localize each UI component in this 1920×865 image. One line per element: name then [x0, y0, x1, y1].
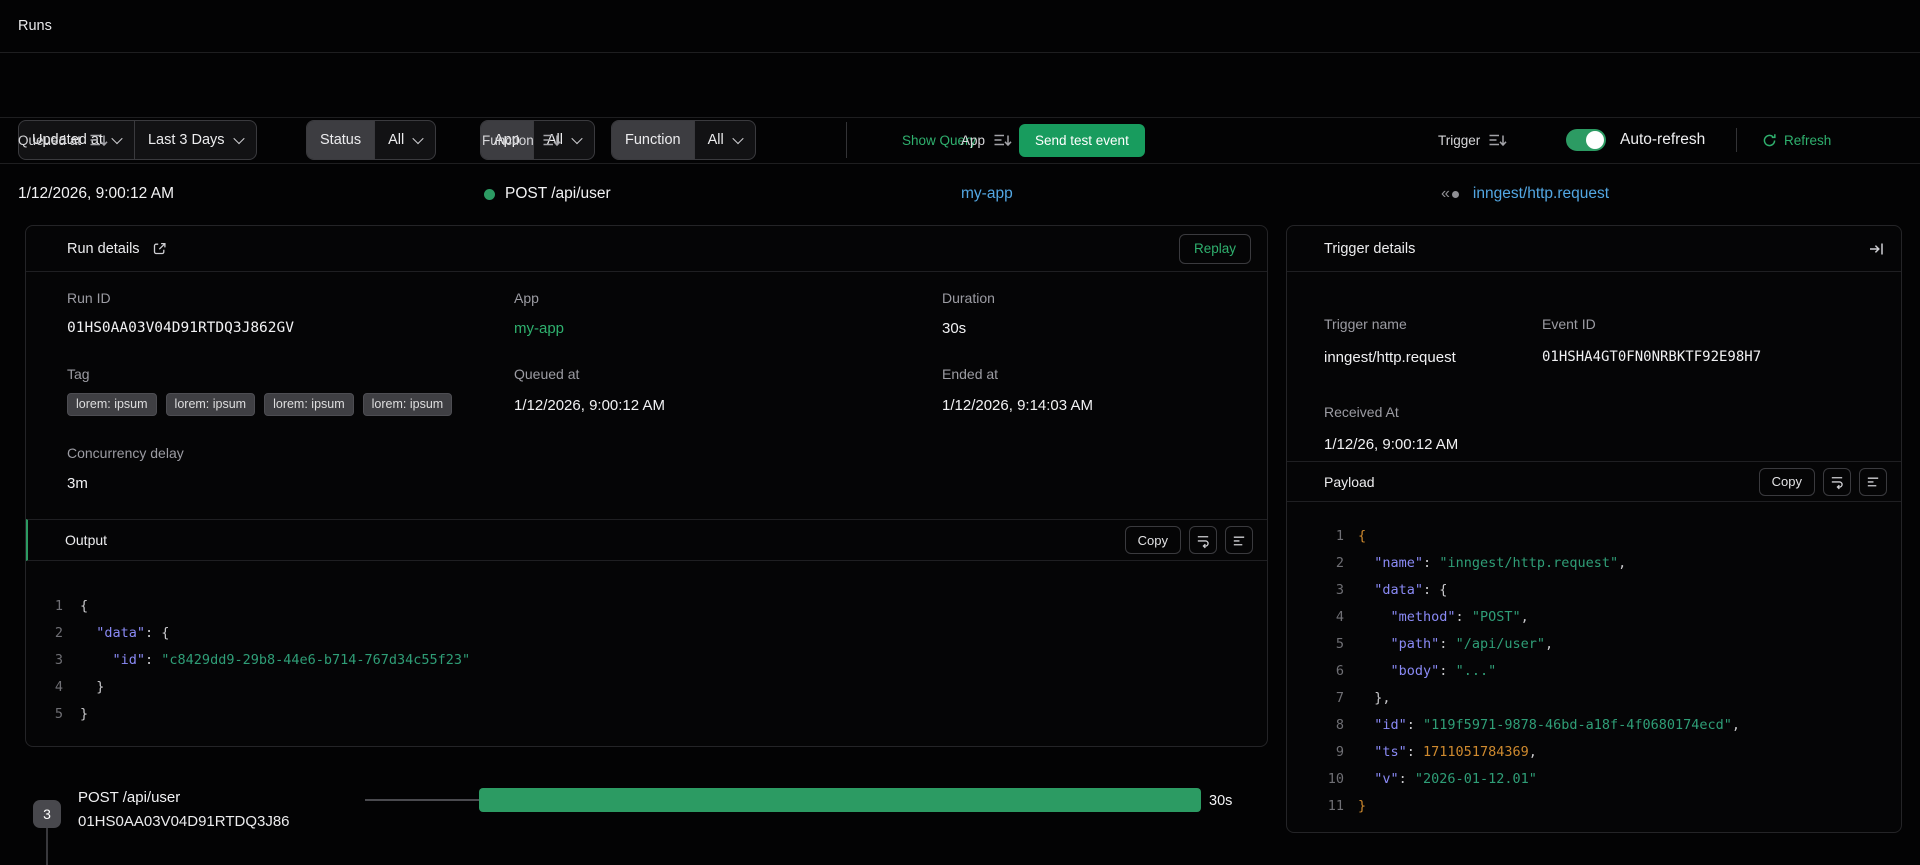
- timeline-run-id: 01HS0AA03V04D91RTDQ3J86: [78, 813, 290, 830]
- timeline-function-name: POST /api/user: [78, 789, 181, 806]
- received-at-label: Received At: [1324, 404, 1399, 420]
- format-code-button[interactable]: [1225, 526, 1253, 554]
- sort-icon: [994, 134, 1012, 147]
- payload-title: Payload: [1324, 473, 1375, 490]
- format-lines-icon: [1867, 477, 1879, 487]
- column-header-app[interactable]: App: [961, 117, 1012, 163]
- duration-value: 30s: [942, 320, 967, 337]
- tag-badge: lorem: ipsum: [165, 393, 256, 416]
- trigger-details-header: Trigger details: [1287, 226, 1901, 272]
- run-app-link[interactable]: my-app: [961, 163, 1013, 225]
- event-id-label: Event ID: [1542, 316, 1596, 332]
- format-lines-icon: [1233, 536, 1245, 545]
- ended-at-value: 1/12/2026, 9:14:03 AM: [942, 397, 1093, 414]
- tag-label: Tag: [67, 366, 90, 382]
- tag-badge: lorem: ipsum: [67, 393, 157, 416]
- code-line: 2 "name": "inngest/http.request",: [1335, 554, 1627, 571]
- runs-page: Runs Updated at Last 3 Days Status All A…: [0, 0, 1920, 865]
- trigger-name-value: inngest/http.request: [1324, 349, 1456, 366]
- step-count-badge[interactable]: 3: [33, 800, 61, 828]
- code-line: 5}: [54, 705, 89, 722]
- output-code: 1{ 2 "data": { 3 "id": "c8429dd9-29b8-44e6…: [26, 561, 1267, 727]
- column-header-queued-at[interactable]: Queued at: [18, 117, 108, 163]
- concurrency-delay-value: 3m: [67, 475, 88, 492]
- sort-icon: [543, 134, 561, 147]
- output-section: Output Copy 1{2 "data": {3 "id": "c84…: [26, 519, 1267, 746]
- run-details-header: Run details Replay: [26, 226, 1267, 272]
- timeline-duration-bar[interactable]: [479, 788, 1201, 812]
- run-row[interactable]: 1/12/2026, 9:00:12 AM POST /api/user my-…: [0, 163, 1920, 225]
- code-line: 6 "body": "...": [1335, 662, 1497, 679]
- wrap-text-icon: [1831, 477, 1843, 490]
- duration-label: Duration: [942, 290, 995, 306]
- run-queued-at: 1/12/2026, 9:00:12 AM: [18, 185, 174, 202]
- output-title: Output: [65, 532, 108, 548]
- code-line: 3 "id": "c8429dd9-29b8-44e6-b714-767d34c…: [54, 651, 471, 668]
- tag-badge: lorem: ipsum: [264, 393, 354, 416]
- external-link-icon[interactable]: [152, 241, 167, 256]
- payload-section: Payload Copy 1{2 "name": "inngest/http.…: [1287, 461, 1901, 832]
- copy-button[interactable]: Copy: [1758, 467, 1815, 496]
- code-line: 9 "ts": 1711051784369,: [1335, 743, 1537, 760]
- column-header-function[interactable]: Function: [482, 117, 561, 163]
- sort-icon: [1489, 134, 1507, 147]
- code-line: 5 "path": "/api/user",: [1335, 635, 1554, 652]
- concurrency-delay-label: Concurrency delay: [67, 445, 184, 461]
- page-header: Runs: [0, 0, 1920, 53]
- run-details-panel: Run details Replay Run ID 01HS0AA03V04D9…: [25, 225, 1268, 747]
- trigger-details-title: Trigger details: [1324, 240, 1416, 257]
- code-line: 8 "id": "119f5971-9878-46bd-a18f-4f06801…: [1335, 716, 1741, 733]
- trigger-details-panel: Trigger details Trigger name inngest/htt…: [1286, 225, 1902, 833]
- event-id-value: 01HSHA4GT0FN0NRBKTF92E98H7: [1542, 349, 1762, 365]
- copy-button[interactable]: Copy: [1124, 526, 1181, 554]
- payload-header: Payload Copy: [1287, 461, 1901, 502]
- column-header-trigger[interactable]: Trigger: [1438, 117, 1507, 163]
- format-code-button[interactable]: [1859, 467, 1887, 496]
- filter-bar: Updated at Last 3 Days Status All App Al…: [0, 54, 1920, 160]
- wrap-text-button[interactable]: [1189, 526, 1217, 554]
- app-link[interactable]: my-app: [514, 320, 564, 337]
- code-line: 3 "data": {: [1335, 581, 1448, 598]
- queued-at-label: Queued at: [514, 366, 580, 382]
- received-at-value: 1/12/26, 9:00:12 AM: [1324, 436, 1459, 453]
- timeline-connector: [365, 799, 479, 801]
- code-line: 7 },: [1335, 689, 1391, 706]
- tag-badge: lorem: ipsum: [362, 393, 453, 416]
- runs-table-header: Queued at Function App Trigger: [0, 117, 1920, 164]
- run-trigger-link[interactable]: « inngest/http.request: [1441, 163, 1609, 225]
- code-line: 1{: [54, 597, 89, 614]
- webhook-icon: «: [1441, 185, 1459, 203]
- output-header: Output Copy: [26, 519, 1267, 561]
- code-line: 4 }: [54, 678, 105, 695]
- replay-button[interactable]: Replay: [1178, 233, 1251, 264]
- code-line: 1{: [1335, 527, 1367, 544]
- output-toolbar: Copy: [1124, 526, 1253, 554]
- run-details-title: Run details: [67, 240, 140, 257]
- queued-at-value: 1/12/2026, 9:00:12 AM: [514, 397, 665, 414]
- timeline-duration-label: 30s: [1209, 793, 1233, 809]
- ended-at-label: Ended at: [942, 366, 999, 382]
- code-line: 10 "v": "2026-01-12.01": [1327, 770, 1537, 787]
- run-function: POST /api/user: [484, 163, 611, 225]
- page-title: Runs: [18, 18, 52, 34]
- payload-code: 1{ 2 "name": "inngest/http.request", 3 "da…: [1287, 502, 1901, 819]
- trigger-name-label: Trigger name: [1324, 316, 1407, 332]
- run-id-label: Run ID: [67, 290, 111, 306]
- status-dot: [484, 188, 495, 200]
- wrap-text-icon: [1197, 535, 1209, 548]
- code-line: 11}: [1327, 797, 1367, 814]
- timeline-connector-line: [46, 828, 48, 865]
- tag-badges: lorem: ipsum lorem: ipsum lorem: ipsum lore…: [67, 393, 453, 416]
- run-id-value: 01HS0AA03V04D91RTDQ3J862GV: [67, 320, 294, 336]
- app-label: App: [514, 290, 539, 306]
- collapse-panel-icon[interactable]: [1868, 241, 1885, 257]
- payload-toolbar: Copy: [1758, 467, 1887, 496]
- code-line: 4 "method": "POST",: [1335, 608, 1529, 625]
- wrap-text-button[interactable]: [1823, 467, 1851, 496]
- code-line: 2 "data": {: [54, 624, 170, 641]
- sort-icon: [90, 134, 108, 147]
